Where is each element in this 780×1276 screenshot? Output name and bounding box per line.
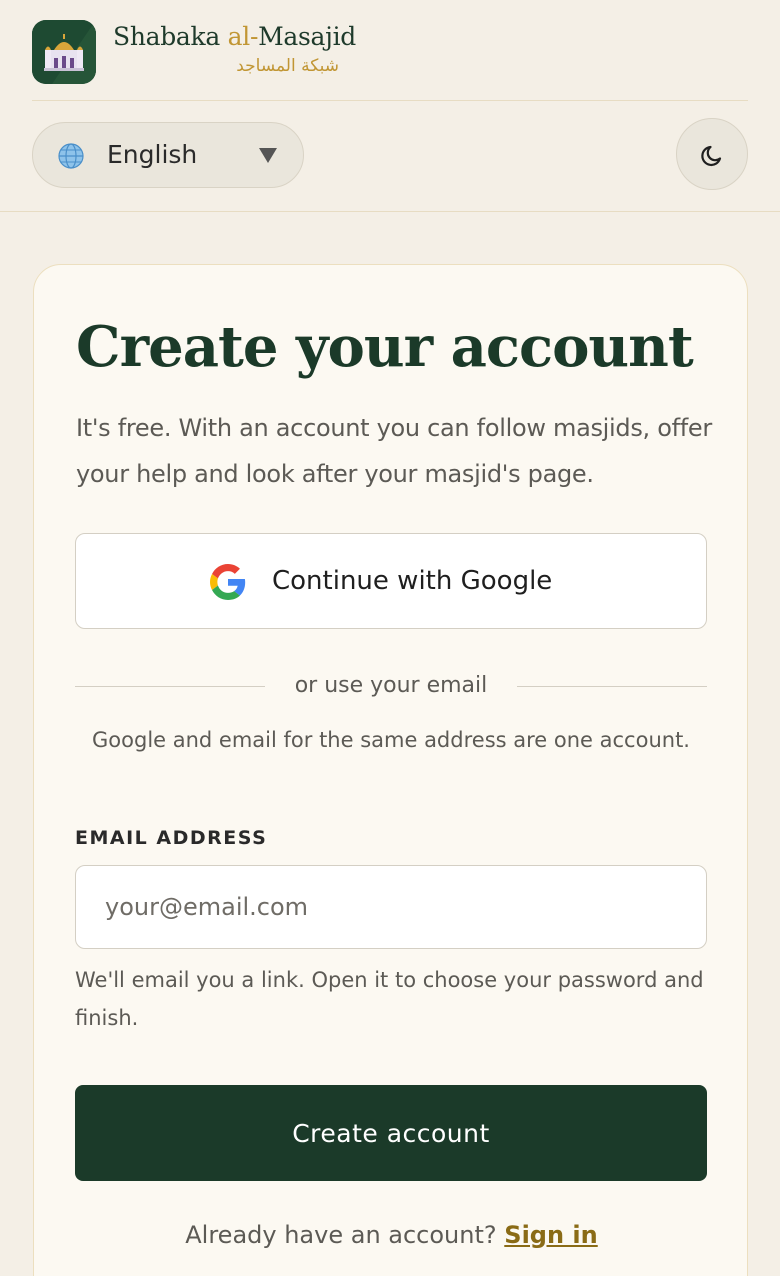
page-title: Create your account: [76, 314, 694, 380]
language-select[interactable]: English: [32, 122, 304, 188]
signin-prompt: Already have an account?: [185, 1221, 497, 1249]
site-header: Shabaka al-Masajid شبكة المساجد English: [0, 0, 780, 212]
chevron-down-icon: [259, 148, 277, 163]
signin-row: Already have an account? Sign in: [34, 1221, 749, 1249]
brand-name-english: Shabaka al-Masajid: [113, 22, 356, 51]
divider-line-right: [517, 686, 707, 687]
brand-name[interactable]: Shabaka al-Masajid شبكة المساجد: [113, 20, 373, 84]
google-button-label: Continue with Google: [272, 566, 553, 596]
email-field[interactable]: [75, 865, 707, 949]
create-account-button[interactable]: Create account: [75, 1085, 707, 1181]
email-label: EMAIL ADDRESS: [75, 827, 268, 849]
theme-toggle-button[interactable]: [676, 118, 748, 190]
account-merge-note: Google and email for the same address ar…: [92, 728, 690, 752]
signup-card: Create your account It's free. With an a…: [33, 264, 748, 1276]
globe-icon: [57, 142, 85, 170]
header-divider: [32, 100, 748, 101]
or-divider: or use your email: [75, 671, 707, 701]
continue-with-google-button[interactable]: Continue with Google: [75, 533, 707, 629]
logo-mosque-icon[interactable]: [32, 20, 96, 84]
brand-name-arabic: شبكة المساجد: [236, 56, 339, 76]
email-hint: We'll email you a link. Open it to choos…: [75, 968, 704, 1030]
moon-icon: [701, 145, 722, 167]
page-subtitle: It's free. With an account you can follo…: [76, 414, 712, 488]
sign-in-link[interactable]: Sign in: [504, 1221, 597, 1249]
google-icon: [210, 564, 246, 600]
language-select-value: English: [107, 140, 198, 169]
